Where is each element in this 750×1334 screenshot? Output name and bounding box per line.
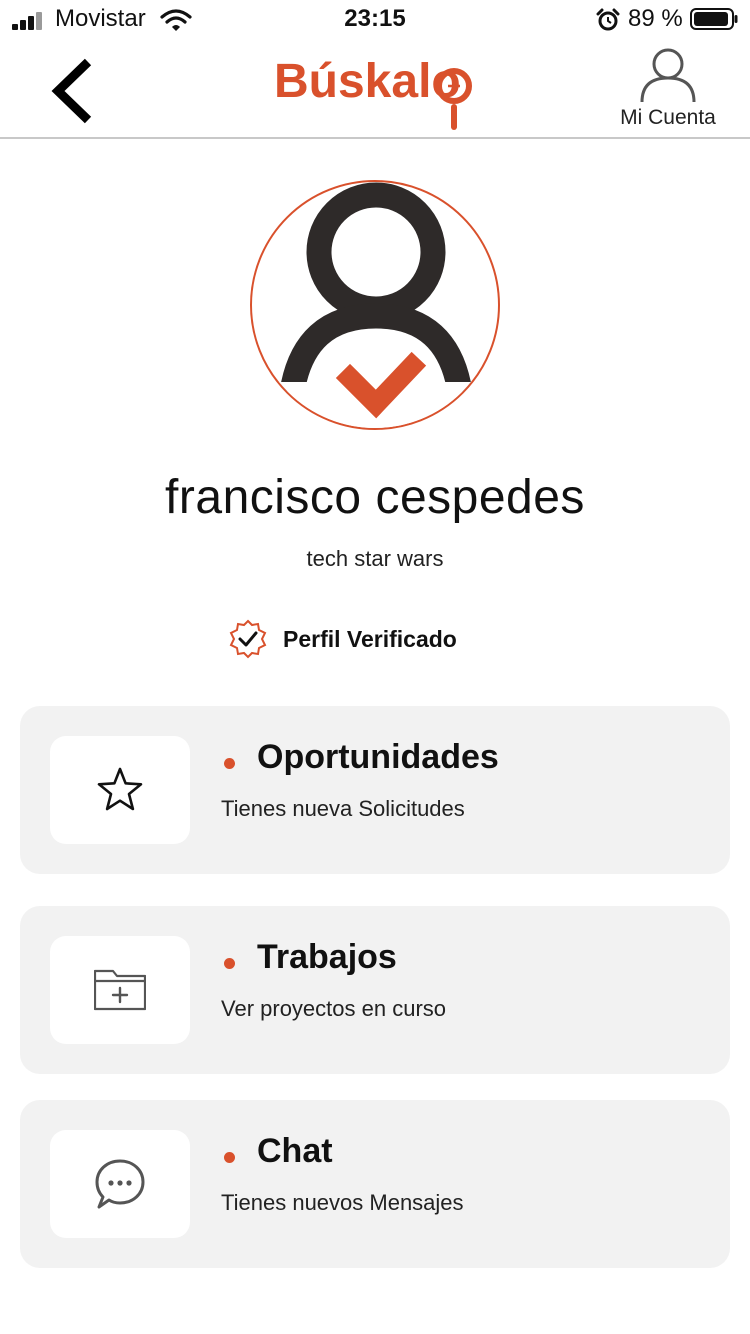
battery-percent: 89 % bbox=[628, 5, 683, 32]
logo-text: Búskalo bbox=[274, 55, 461, 108]
card-subtitle: Ver proyectos en curso bbox=[221, 996, 447, 1021]
app-header: Búskalo Mi Cuenta bbox=[0, 40, 750, 139]
card-icon-box bbox=[50, 936, 190, 1044]
notification-dot bbox=[224, 758, 235, 769]
chat-bubble-icon bbox=[95, 1159, 145, 1209]
status-bar: Movistar 23:15 89 % bbox=[0, 0, 750, 40]
card-subtitle: Tienes nueva Solicitudes bbox=[221, 796, 465, 821]
card-chat[interactable]: Chat Tienes nuevos Mensajes bbox=[20, 1100, 730, 1268]
card-title: Trabajos bbox=[257, 938, 397, 976]
card-oportunidades[interactable]: Oportunidades Tienes nueva Solicitudes bbox=[20, 706, 730, 874]
notification-dot bbox=[224, 1152, 235, 1163]
magnifier-icon bbox=[436, 68, 472, 130]
back-chevron-icon bbox=[51, 58, 92, 124]
profile-name: francisco cespedes bbox=[165, 471, 585, 524]
card-title: Oportunidades bbox=[257, 738, 499, 776]
battery-icon bbox=[690, 8, 738, 30]
profile-screen: Movistar 23:15 89 % Búskalo Mi Cuenta fr… bbox=[0, 0, 750, 1334]
card-subtitle: Tienes nuevos Mensajes bbox=[221, 1190, 464, 1215]
my-account-label: Mi Cuenta bbox=[620, 106, 716, 129]
profile-avatar[interactable] bbox=[250, 180, 500, 430]
alarm-icon bbox=[596, 8, 620, 31]
buskalo-logo: Búskalo bbox=[274, 55, 472, 130]
user-icon bbox=[640, 48, 696, 103]
card-icon-box bbox=[50, 736, 190, 844]
profile-company: tech star wars bbox=[306, 546, 444, 571]
back-button[interactable] bbox=[44, 56, 104, 126]
notification-dot bbox=[224, 958, 235, 969]
card-trabajos[interactable]: Trabajos Ver proyectos en curso bbox=[20, 906, 730, 1074]
card-icon-box bbox=[50, 1130, 190, 1238]
folder-plus-icon bbox=[94, 969, 146, 1011]
verified-profile-badge: Perfil Verificado bbox=[228, 619, 457, 659]
card-title: Chat bbox=[257, 1132, 333, 1170]
verified-label: Perfil Verificado bbox=[283, 625, 457, 652]
verified-badge-icon bbox=[229, 619, 267, 659]
avatar-verified-icon bbox=[252, 182, 498, 428]
star-icon bbox=[97, 767, 143, 811]
my-account-button[interactable]: Mi Cuenta bbox=[606, 46, 730, 136]
